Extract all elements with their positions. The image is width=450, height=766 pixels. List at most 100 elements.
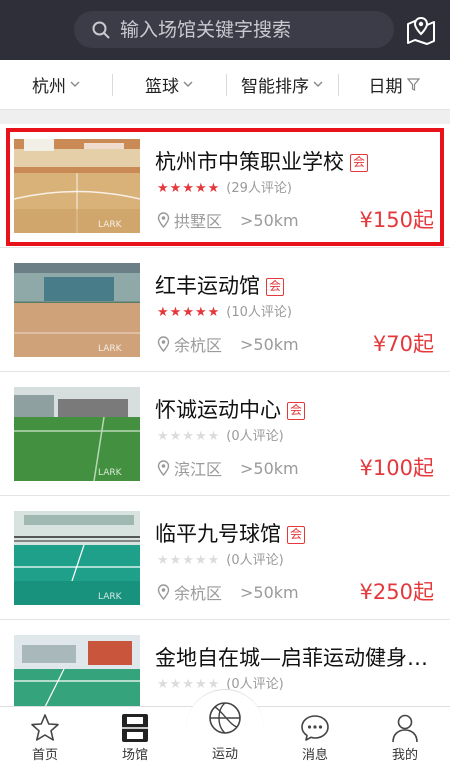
venue-photo — [14, 635, 140, 706]
venue-name: 金地自在城—启菲运动健身… — [155, 646, 428, 670]
star-icon: ★ — [169, 305, 182, 320]
member-badge: 会 — [287, 402, 305, 420]
star-icon: ★ — [169, 429, 182, 444]
venue-item[interactable]: LARK 红丰运动馆会 ★ ★ ★ ★ ★ (10人评论) 余杭区 >50km ¥70起 — [0, 248, 450, 372]
distance: >50km — [240, 334, 299, 354]
member-badge: 会 — [266, 278, 284, 296]
tab-messages-label: 消息 — [301, 748, 328, 763]
tab-home[interactable]: 首页 — [0, 707, 90, 766]
star-icon: ★ — [157, 429, 169, 444]
tab-sport-label: 运动 — [211, 747, 238, 762]
review-count: (0人评论) — [226, 553, 284, 568]
tab-profile-label: 我的 — [391, 748, 418, 763]
price: ¥100起 — [359, 456, 434, 480]
venue-name-text: 红丰运动馆 — [155, 274, 260, 298]
star-icon: ★ — [194, 553, 207, 568]
venue-name: 临平九号球馆会 — [155, 518, 305, 548]
star-icon: ★ — [182, 305, 194, 320]
rating: ★ ★ ★ ★ ★ (0人评论) — [157, 554, 285, 567]
star-icon: ★ — [169, 553, 182, 568]
star-icon: ★ — [194, 677, 207, 692]
filter-city[interactable]: 杭州 — [0, 60, 112, 110]
chat-icon — [301, 715, 329, 741]
venue-list[interactable]: LARK 杭州市中策职业学校会 ★ ★ ★ ★ ★ (29人评论) 拱墅区 >50km … — [0, 124, 450, 706]
top-header — [0, 0, 450, 60]
venue-name-text: 怀诚运动中心 — [155, 398, 281, 422]
bottom-tab-bar: 首页 场馆 运动 消息 我的 — [0, 689, 450, 766]
rating: ★ ★ ★ ★ ★ (0人评论) — [157, 430, 285, 443]
funnel-icon — [406, 78, 420, 91]
star-icon: ★ — [207, 305, 220, 320]
filter-sort[interactable]: 智能排序 — [226, 60, 338, 110]
venue-item[interactable]: LARK 杭州市中策职业学校会 ★ ★ ★ ★ ★ (29人评论) 拱墅区 >50km … — [0, 124, 450, 248]
tab-sport[interactable]: 运动 — [180, 702, 270, 766]
person-icon — [392, 714, 418, 743]
list-gap — [0, 110, 450, 124]
distance: >50km — [240, 582, 299, 602]
map-location-icon — [407, 16, 435, 45]
review-count: (10人评论) — [226, 305, 292, 320]
member-badge: 会 — [287, 526, 305, 544]
star-icon: ★ — [182, 677, 194, 692]
star-icon: ★ — [207, 429, 220, 444]
search-input[interactable] — [120, 18, 370, 41]
venue-photo: LARK — [14, 263, 140, 357]
filter-date-label: 日期 — [368, 77, 403, 97]
star-icon: ★ — [194, 429, 207, 444]
filter-sport[interactable]: 篮球 — [112, 60, 226, 110]
svg-text:LARK: LARK — [98, 592, 123, 602]
location: 余杭区 >50km — [157, 332, 299, 356]
ball-icon — [209, 702, 241, 734]
tab-home-label: 首页 — [31, 748, 58, 763]
star-icon: ★ — [207, 553, 220, 568]
venue-photo: LARK — [14, 387, 140, 481]
review-count: (0人评论) — [226, 677, 284, 692]
distance: >50km — [240, 458, 299, 478]
star-icon: ★ — [157, 677, 169, 692]
star-icon: ★ — [182, 553, 194, 568]
star-icon: ★ — [157, 553, 169, 568]
location: 滨江区 >50km — [157, 456, 299, 480]
price: ¥250起 — [359, 580, 434, 604]
map-button[interactable] — [406, 14, 436, 46]
filter-city-label: 杭州 — [32, 77, 66, 97]
location-pin-icon — [157, 460, 170, 476]
venue-name: 怀诚运动中心会 — [155, 394, 305, 424]
review-count: (0人评论) — [226, 429, 284, 444]
location-pin-icon — [157, 336, 170, 352]
filter-date[interactable]: 日期 — [338, 60, 450, 110]
tab-profile[interactable]: 我的 — [360, 707, 450, 766]
district: 滨江区 — [174, 460, 223, 479]
court-icon — [122, 714, 148, 742]
search-bar[interactable] — [74, 11, 394, 48]
venue-name-text: 临平九号球馆 — [155, 522, 281, 546]
filter-sort-label: 智能排序 — [241, 77, 309, 97]
filter-sport-label: 篮球 — [145, 77, 179, 97]
tab-venues[interactable]: 场馆 — [90, 707, 180, 766]
district: 余杭区 — [174, 336, 223, 355]
venue-photo: LARK — [14, 511, 140, 605]
search-icon — [92, 21, 110, 39]
star-icon: ★ — [182, 429, 194, 444]
rating: ★ ★ ★ ★ ★ (10人评论) — [157, 306, 293, 319]
chevron-down-icon — [70, 81, 80, 87]
venue-item[interactable]: LARK 怀诚运动中心会 ★ ★ ★ ★ ★ (0人评论) 滨江区 >50km ¥100… — [0, 372, 450, 496]
star-icon: ★ — [169, 677, 182, 692]
location-pin-icon — [157, 584, 170, 600]
highlight-frame — [6, 128, 444, 246]
star-icon — [31, 714, 59, 741]
svg-text:LARK: LARK — [98, 344, 123, 354]
location: 余杭区 >50km — [157, 580, 299, 604]
tab-venues-label: 场馆 — [121, 748, 148, 763]
price: ¥70起 — [372, 332, 434, 356]
chevron-down-icon — [313, 81, 323, 87]
star-icon: ★ — [157, 305, 169, 320]
venue-item[interactable]: LARK 临平九号球馆会 ★ ★ ★ ★ ★ (0人评论) 余杭区 >50km ¥250… — [0, 496, 450, 620]
tab-messages[interactable]: 消息 — [270, 707, 360, 766]
filter-bar: 杭州 篮球 智能排序 日期 — [0, 60, 450, 110]
district: 余杭区 — [174, 584, 223, 603]
star-icon: ★ — [194, 305, 207, 320]
svg-text:LARK: LARK — [98, 468, 123, 478]
venue-name: 红丰运动馆会 — [155, 270, 284, 300]
chevron-down-icon — [183, 81, 193, 87]
